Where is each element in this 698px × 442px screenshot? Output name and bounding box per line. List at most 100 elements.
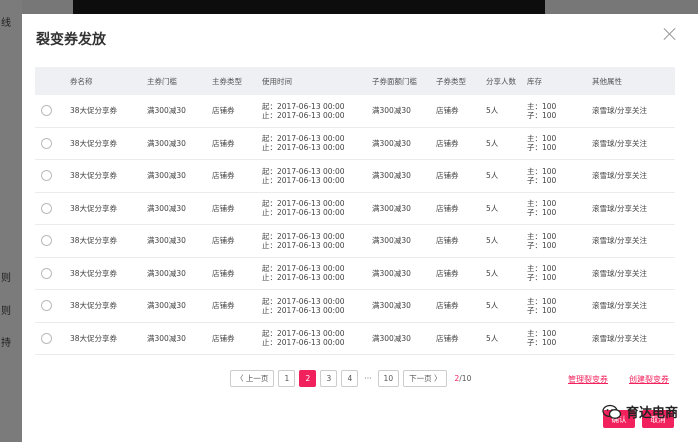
background-text: 则 xyxy=(1,306,11,317)
column-header: 库存 xyxy=(527,76,542,86)
stock-sub: 子：100 xyxy=(527,143,557,153)
page-button-10[interactable]: 10 xyxy=(377,369,400,387)
main-threshold: 满300减30 xyxy=(147,301,186,311)
stock-main: 主：100 xyxy=(527,199,557,209)
stock: 主：100 子：100 xyxy=(527,95,556,127)
usage-time: 起：2017-06-13 00:00 止：2017-06-13 00:00 xyxy=(262,95,345,127)
row-select-radio[interactable] xyxy=(41,332,52,344)
stock-sub: 子：100 xyxy=(527,175,557,185)
page-button-3[interactable]: 3 xyxy=(320,369,338,387)
column-header: 主券类型 xyxy=(212,76,242,86)
stock-main: 主：100 xyxy=(527,231,557,241)
stock: 主：100 子：100 xyxy=(527,225,556,257)
stock-main: 主：100 xyxy=(527,264,557,274)
coupon-dialog: 裂变券发放 券名称 主券门槛 主券类型 使用时间 子券面额门槛 子券类型 分享人… xyxy=(22,14,698,442)
table-row[interactable]: 38大促分享券 满300减30 店铺券 起：2017-06-13 00:00 止：201… xyxy=(35,193,675,225)
coupon-name: 38大促分享券 xyxy=(70,333,118,343)
main-type: 店铺券 xyxy=(212,268,235,278)
row-select-radio[interactable] xyxy=(41,137,52,149)
row-select-radio[interactable] xyxy=(41,235,52,247)
share-count: 5人 xyxy=(486,138,499,148)
coupon-name: 38大促分享券 xyxy=(70,203,118,213)
dialog-title: 裂变券发放 xyxy=(36,32,106,48)
table-row[interactable]: 38大促分享券 满300减30 店铺券 起：2017-06-13 00:00 止：201… xyxy=(35,290,675,323)
other-attributes: 滚雪球/分享关注 xyxy=(592,236,648,246)
share-count: 5人 xyxy=(486,301,499,311)
usage-time: 起：2017-06-13 00:00 止：2017-06-13 00:00 xyxy=(262,323,345,355)
coupon-name: 38大促分享券 xyxy=(70,301,118,311)
main-type: 店铺券 xyxy=(212,138,235,148)
column-header: 券名称 xyxy=(70,76,93,86)
table-row[interactable]: 38大促分享券 满300减30 店铺券 起：2017-06-13 00:00 止：201… xyxy=(35,128,675,160)
usage-start: 起：2017-06-13 00:00 xyxy=(262,329,345,339)
table-row[interactable]: 38大促分享券 满300减30 店铺券 起：2017-06-13 00:00 止：201… xyxy=(35,160,675,193)
manage-coupons-link[interactable]: 管理裂变券 xyxy=(568,374,608,385)
total-pages: /10 xyxy=(459,373,472,383)
close-icon[interactable] xyxy=(662,26,678,42)
share-count: 5人 xyxy=(486,268,499,278)
stock-sub: 子：100 xyxy=(527,110,557,120)
background-text: 持 xyxy=(1,338,11,349)
usage-start: 起：2017-06-13 00:00 xyxy=(262,296,345,306)
watermark: 育达电商 xyxy=(602,402,678,421)
main-threshold: 满300减30 xyxy=(147,333,186,343)
main-threshold: 满300减30 xyxy=(147,138,186,148)
table-row[interactable]: 38大促分享券 满300减30 店铺券 起：2017-06-13 00:00 止：201… xyxy=(35,258,675,290)
prev-page-button[interactable]: 〈 上一页 xyxy=(230,369,275,387)
sub-type: 店铺券 xyxy=(436,268,459,278)
stock-main: 主：100 xyxy=(527,134,557,144)
row-select-radio[interactable] xyxy=(41,202,52,214)
background-left-strip: 线 则 则 持 xyxy=(0,0,22,442)
coupon-name: 38大促分享券 xyxy=(70,106,118,116)
main-type: 店铺券 xyxy=(212,171,235,181)
pagination-ellipsis: ··· xyxy=(362,369,374,387)
sub-threshold: 满300减30 xyxy=(372,268,411,278)
stock-sub: 子：100 xyxy=(527,240,557,250)
row-select-radio[interactable] xyxy=(41,170,52,182)
usage-end: 止：2017-06-13 00:00 xyxy=(262,273,345,283)
table-row[interactable]: 38大促分享券 满300减30 店铺券 起：2017-06-13 00:00 止：201… xyxy=(35,323,675,355)
column-header: 子券面额门槛 xyxy=(372,76,417,86)
other-attributes: 滚雪球/分享关注 xyxy=(592,203,648,213)
create-coupon-link[interactable]: 创建裂变券 xyxy=(629,374,669,385)
stock-sub: 子：100 xyxy=(527,208,557,218)
stock: 主：100 子：100 xyxy=(527,258,556,290)
main-threshold: 满300减30 xyxy=(147,236,186,246)
stock-sub: 子：100 xyxy=(527,273,557,283)
usage-end: 止：2017-06-13 00:00 xyxy=(262,240,345,250)
main-type: 店铺券 xyxy=(212,106,235,116)
page-indicator: 2/10 xyxy=(454,374,471,383)
row-select-radio[interactable] xyxy=(41,267,52,279)
share-count: 5人 xyxy=(486,333,499,343)
share-count: 5人 xyxy=(486,171,499,181)
stock: 主：100 子：100 xyxy=(527,323,556,355)
stock-main: 主：100 xyxy=(527,329,557,339)
sub-threshold: 满300减30 xyxy=(372,333,411,343)
column-header: 主券门槛 xyxy=(147,76,177,86)
sub-threshold: 满300减30 xyxy=(372,203,411,213)
other-attributes: 滚雪球/分享关注 xyxy=(592,171,648,181)
table-row[interactable]: 38大促分享券 满300减30 店铺券 起：2017-06-13 00:00 止：201… xyxy=(35,225,675,258)
column-header: 其他属性 xyxy=(592,76,622,86)
coupon-name: 38大促分享券 xyxy=(70,138,118,148)
stock: 主：100 子：100 xyxy=(527,128,556,160)
watermark-text: 育达电商 xyxy=(626,406,679,421)
other-attributes: 滚雪球/分享关注 xyxy=(592,106,648,116)
table-row[interactable]: 38大促分享券 满300减30 店铺券 起：2017-06-13 00:00 止：201… xyxy=(35,95,675,128)
usage-end: 止：2017-06-13 00:00 xyxy=(262,338,345,348)
page-button-1[interactable]: 1 xyxy=(278,369,296,387)
next-page-button[interactable]: 下一页 〉 xyxy=(403,369,448,387)
usage-time: 起：2017-06-13 00:00 止：2017-06-13 00:00 xyxy=(262,128,345,160)
sub-threshold: 满300减30 xyxy=(372,138,411,148)
usage-end: 止：2017-06-13 00:00 xyxy=(262,208,345,218)
row-select-radio[interactable] xyxy=(41,105,52,117)
sub-type: 店铺券 xyxy=(436,106,459,116)
sub-threshold: 满300减30 xyxy=(372,106,411,116)
usage-time: 起：2017-06-13 00:00 止：2017-06-13 00:00 xyxy=(262,290,345,322)
column-header: 分享人数 xyxy=(486,76,516,86)
usage-start: 起：2017-06-13 00:00 xyxy=(262,166,345,176)
page-button-2[interactable]: 2 xyxy=(299,369,317,387)
page-button-4[interactable]: 4 xyxy=(341,369,359,387)
share-count: 5人 xyxy=(486,106,499,116)
row-select-radio[interactable] xyxy=(41,300,52,312)
